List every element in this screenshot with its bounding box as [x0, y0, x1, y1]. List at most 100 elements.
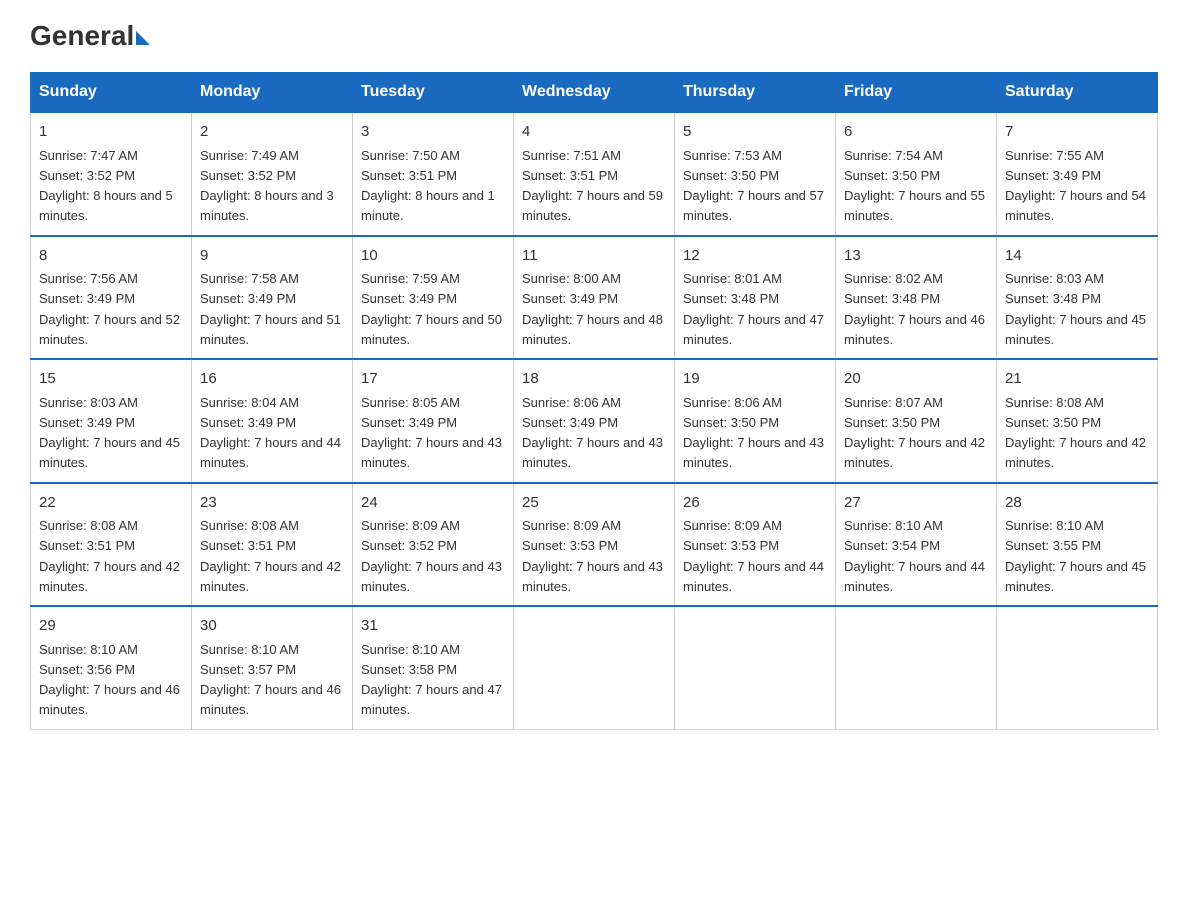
calendar-cell: 28 Sunrise: 8:10 AMSunset: 3:55 PMDayligh…: [997, 483, 1158, 607]
day-number: 24: [361, 492, 505, 515]
day-number: 13: [844, 245, 988, 268]
calendar-cell: 1 Sunrise: 7:47 AMSunset: 3:52 PMDaylight…: [31, 112, 192, 236]
weekday-header-thursday: Thursday: [675, 73, 836, 113]
day-number: 1: [39, 121, 183, 144]
day-info: Sunrise: 8:08 AMSunset: 3:50 PMDaylight:…: [1005, 395, 1146, 471]
day-info: Sunrise: 7:56 AMSunset: 3:49 PMDaylight:…: [39, 271, 180, 347]
day-info: Sunrise: 7:50 AMSunset: 3:51 PMDaylight:…: [361, 148, 495, 224]
calendar-week-row: 29Sunrise: 8:10 AMSunset: 3:56 PMDayligh…: [31, 606, 1158, 729]
day-info: Sunrise: 7:47 AMSunset: 3:52 PMDaylight:…: [39, 148, 173, 224]
day-info: Sunrise: 8:03 AMSunset: 3:49 PMDaylight:…: [39, 395, 180, 471]
calendar-cell: 8 Sunrise: 7:56 AMSunset: 3:49 PMDaylight…: [31, 236, 192, 360]
day-info: Sunrise: 7:55 AMSunset: 3:49 PMDaylight:…: [1005, 148, 1146, 224]
calendar-cell: 5Sunrise: 7:53 AMSunset: 3:50 PMDaylight…: [675, 112, 836, 236]
calendar-cell: 7Sunrise: 7:55 AMSunset: 3:49 PMDaylight…: [997, 112, 1158, 236]
day-number: 9: [200, 245, 344, 268]
day-number: 23: [200, 492, 344, 515]
calendar-cell: 14 Sunrise: 8:03 AMSunset: 3:48 PMDayligh…: [997, 236, 1158, 360]
calendar-cell: 25 Sunrise: 8:09 AMSunset: 3:53 PMDayligh…: [514, 483, 675, 607]
day-info: Sunrise: 8:04 AMSunset: 3:49 PMDaylight:…: [200, 395, 341, 471]
day-info: Sunrise: 8:08 AMSunset: 3:51 PMDaylight:…: [39, 518, 180, 594]
calendar-cell: 10 Sunrise: 7:59 AMSunset: 3:49 PMDayligh…: [353, 236, 514, 360]
calendar-cell: 9 Sunrise: 7:58 AMSunset: 3:49 PMDaylight…: [192, 236, 353, 360]
day-number: 31: [361, 615, 505, 638]
calendar-cell: 19Sunrise: 8:06 AMSunset: 3:50 PMDayligh…: [675, 359, 836, 483]
calendar-cell: 6Sunrise: 7:54 AMSunset: 3:50 PMDaylight…: [836, 112, 997, 236]
day-info: Sunrise: 7:59 AMSunset: 3:49 PMDaylight:…: [361, 271, 502, 347]
day-info: Sunrise: 7:51 AMSunset: 3:51 PMDaylight:…: [522, 148, 663, 224]
day-number: 2: [200, 121, 344, 144]
day-info: Sunrise: 8:03 AMSunset: 3:48 PMDaylight:…: [1005, 271, 1146, 347]
calendar-cell: 18 Sunrise: 8:06 AMSunset: 3:49 PMDayligh…: [514, 359, 675, 483]
day-number: 14: [1005, 245, 1149, 268]
weekday-header-friday: Friday: [836, 73, 997, 113]
day-number: 28: [1005, 492, 1149, 515]
day-number: 11: [522, 245, 666, 268]
day-info: Sunrise: 8:10 AMSunset: 3:54 PMDaylight:…: [844, 518, 985, 594]
calendar-cell: [997, 606, 1158, 729]
page-header: General: [30, 20, 1158, 52]
calendar-header: SundayMondayTuesdayWednesdayThursdayFrid…: [31, 73, 1158, 113]
logo-general-text: General: [30, 20, 134, 52]
day-number: 18: [522, 368, 666, 391]
day-number: 8: [39, 245, 183, 268]
logo-arrow-icon: [136, 31, 150, 45]
day-number: 27: [844, 492, 988, 515]
calendar-cell: 24 Sunrise: 8:09 AMSunset: 3:52 PMDayligh…: [353, 483, 514, 607]
day-info: Sunrise: 8:00 AMSunset: 3:49 PMDaylight:…: [522, 271, 663, 347]
day-info: Sunrise: 8:10 AMSunset: 3:55 PMDaylight:…: [1005, 518, 1146, 594]
calendar-cell: 27 Sunrise: 8:10 AMSunset: 3:54 PMDayligh…: [836, 483, 997, 607]
day-info: Sunrise: 7:53 AMSunset: 3:50 PMDaylight:…: [683, 148, 824, 224]
calendar-cell: 13 Sunrise: 8:02 AMSunset: 3:48 PMDayligh…: [836, 236, 997, 360]
calendar-table: SundayMondayTuesdayWednesdayThursdayFrid…: [30, 72, 1158, 730]
calendar-cell: 30 Sunrise: 8:10 AMSunset: 3:57 PMDayligh…: [192, 606, 353, 729]
day-number: 22: [39, 492, 183, 515]
day-number: 6: [844, 121, 988, 144]
day-number: 20: [844, 368, 988, 391]
day-number: 4: [522, 121, 666, 144]
weekday-header-sunday: Sunday: [31, 73, 192, 113]
calendar-week-row: 1 Sunrise: 7:47 AMSunset: 3:52 PMDaylight…: [31, 112, 1158, 236]
day-number: 25: [522, 492, 666, 515]
day-info: Sunrise: 8:09 AMSunset: 3:52 PMDaylight:…: [361, 518, 502, 594]
day-number: 26: [683, 492, 827, 515]
calendar-cell: 16 Sunrise: 8:04 AMSunset: 3:49 PMDayligh…: [192, 359, 353, 483]
day-number: 15: [39, 368, 183, 391]
day-info: Sunrise: 8:09 AMSunset: 3:53 PMDaylight:…: [522, 518, 663, 594]
day-info: Sunrise: 8:07 AMSunset: 3:50 PMDaylight:…: [844, 395, 985, 471]
calendar-cell: 29Sunrise: 8:10 AMSunset: 3:56 PMDayligh…: [31, 606, 192, 729]
day-number: 10: [361, 245, 505, 268]
weekday-header-wednesday: Wednesday: [514, 73, 675, 113]
calendar-week-row: 8 Sunrise: 7:56 AMSunset: 3:49 PMDaylight…: [31, 236, 1158, 360]
calendar-cell: 26 Sunrise: 8:09 AMSunset: 3:53 PMDayligh…: [675, 483, 836, 607]
weekday-header-monday: Monday: [192, 73, 353, 113]
day-info: Sunrise: 8:10 AMSunset: 3:57 PMDaylight:…: [200, 642, 341, 718]
calendar-cell: 3 Sunrise: 7:50 AMSunset: 3:51 PMDaylight…: [353, 112, 514, 236]
day-info: Sunrise: 7:58 AMSunset: 3:49 PMDaylight:…: [200, 271, 341, 347]
day-number: 12: [683, 245, 827, 268]
calendar-cell: [514, 606, 675, 729]
day-info: Sunrise: 8:10 AMSunset: 3:58 PMDaylight:…: [361, 642, 502, 718]
day-info: Sunrise: 7:49 AMSunset: 3:52 PMDaylight:…: [200, 148, 334, 224]
calendar-cell: 17Sunrise: 8:05 AMSunset: 3:49 PMDayligh…: [353, 359, 514, 483]
calendar-cell: 21 Sunrise: 8:08 AMSunset: 3:50 PMDayligh…: [997, 359, 1158, 483]
calendar-cell: 15 Sunrise: 8:03 AMSunset: 3:49 PMDayligh…: [31, 359, 192, 483]
day-info: Sunrise: 8:06 AMSunset: 3:49 PMDaylight:…: [522, 395, 663, 471]
calendar-cell: 2 Sunrise: 7:49 AMSunset: 3:52 PMDaylight…: [192, 112, 353, 236]
day-info: Sunrise: 8:09 AMSunset: 3:53 PMDaylight:…: [683, 518, 824, 594]
day-number: 21: [1005, 368, 1149, 391]
weekday-header-row: SundayMondayTuesdayWednesdayThursdayFrid…: [31, 73, 1158, 113]
calendar-week-row: 22 Sunrise: 8:08 AMSunset: 3:51 PMDayligh…: [31, 483, 1158, 607]
day-info: Sunrise: 8:01 AMSunset: 3:48 PMDaylight:…: [683, 271, 824, 347]
day-info: Sunrise: 8:10 AMSunset: 3:56 PMDaylight:…: [39, 642, 180, 718]
calendar-week-row: 15 Sunrise: 8:03 AMSunset: 3:49 PMDayligh…: [31, 359, 1158, 483]
calendar-cell: 4 Sunrise: 7:51 AMSunset: 3:51 PMDaylight…: [514, 112, 675, 236]
day-number: 16: [200, 368, 344, 391]
day-number: 3: [361, 121, 505, 144]
day-number: 30: [200, 615, 344, 638]
calendar-cell: 22 Sunrise: 8:08 AMSunset: 3:51 PMDayligh…: [31, 483, 192, 607]
day-info: Sunrise: 8:02 AMSunset: 3:48 PMDaylight:…: [844, 271, 985, 347]
calendar-cell: 12 Sunrise: 8:01 AMSunset: 3:48 PMDayligh…: [675, 236, 836, 360]
calendar-cell: 23Sunrise: 8:08 AMSunset: 3:51 PMDayligh…: [192, 483, 353, 607]
calendar-cell: [836, 606, 997, 729]
